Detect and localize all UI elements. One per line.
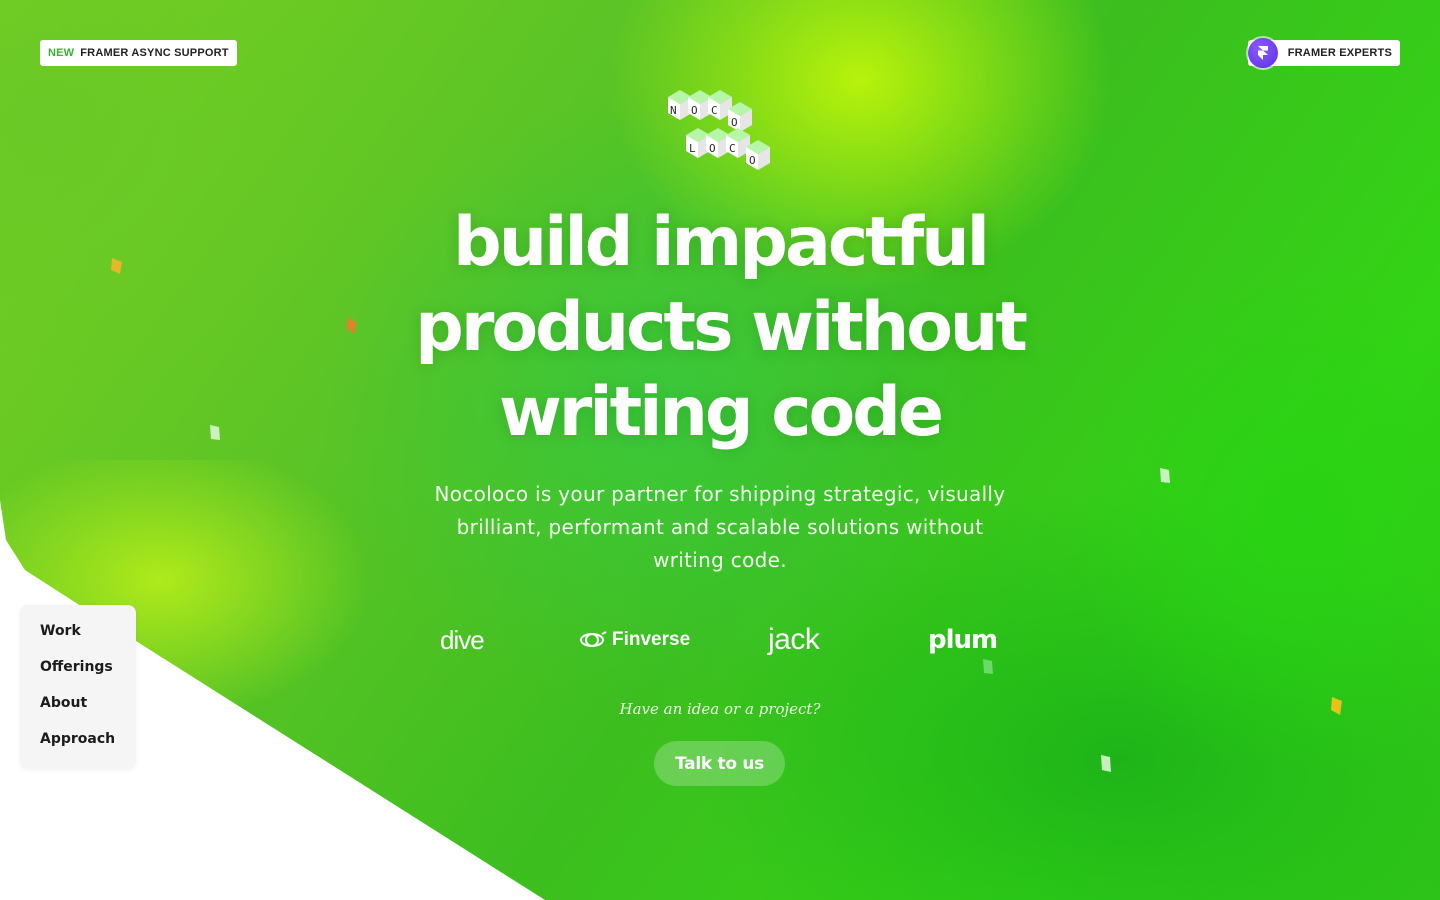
confetti-yellow-2 [1331, 697, 1342, 715]
client-logo-finverse: Finverse [578, 616, 690, 664]
headline-line: build impactful [453, 203, 990, 282]
logo-letter: O [749, 154, 756, 167]
logo-letter: C [729, 142, 736, 155]
client-logo-jack: jack [768, 623, 820, 656]
new-tag: NEW [48, 47, 75, 59]
nav-item-about[interactable]: About [40, 695, 87, 711]
headline-line: writing code [498, 373, 944, 452]
client-logo-dive: dive [440, 624, 485, 655]
side-navigation: Work Offerings About Approach [20, 605, 136, 769]
nav-item-approach[interactable]: Approach [40, 731, 115, 747]
headline-line: products without [415, 288, 1028, 367]
logo-letter: O [691, 104, 698, 117]
subtext-line: writing code. [653, 548, 787, 572]
logo-letter: O [731, 116, 738, 129]
finverse-icon [580, 631, 607, 647]
nav-item-offerings[interactable]: Offerings [40, 659, 113, 675]
cta-prompt: Have an idea or a project? [619, 700, 821, 718]
subtext-line: brilliant, performant and scalable solut… [456, 515, 984, 539]
nav-item-work[interactable]: Work [40, 623, 81, 639]
framer-logo-icon [1248, 38, 1278, 68]
framer-async-support-label: FRAMER ASYNC SUPPORT [80, 47, 229, 59]
nocoloco-logo: N O C O L O C O [668, 90, 770, 170]
subtext-line: Nocoloco is your partner for shipping st… [434, 482, 1006, 506]
client-logos: dive Finverse jack plum [400, 616, 1040, 666]
logo-letter: N [670, 104, 677, 117]
client-logo-plum: plum [928, 625, 998, 655]
logo-letter: C [711, 104, 718, 117]
confetti-yellow-1 [111, 258, 122, 274]
logo-letter: O [709, 142, 716, 155]
confetti-white-2 [1160, 468, 1170, 483]
framer-experts-label: FRAMER EXPERTS [1287, 47, 1392, 59]
hero-subtext: Nocoloco is your partner for shipping st… [400, 478, 1040, 577]
framer-async-support-pill[interactable]: NEW FRAMER ASYNC SUPPORT [40, 40, 237, 66]
finverse-label: Finverse [612, 629, 691, 650]
confetti-white-3 [1101, 755, 1111, 772]
confetti-white-1 [210, 425, 220, 440]
logo-letter: L [689, 142, 696, 155]
hero-headline: build impactful products without writing… [300, 200, 1140, 455]
talk-to-us-button[interactable]: Talk to us [654, 741, 785, 786]
